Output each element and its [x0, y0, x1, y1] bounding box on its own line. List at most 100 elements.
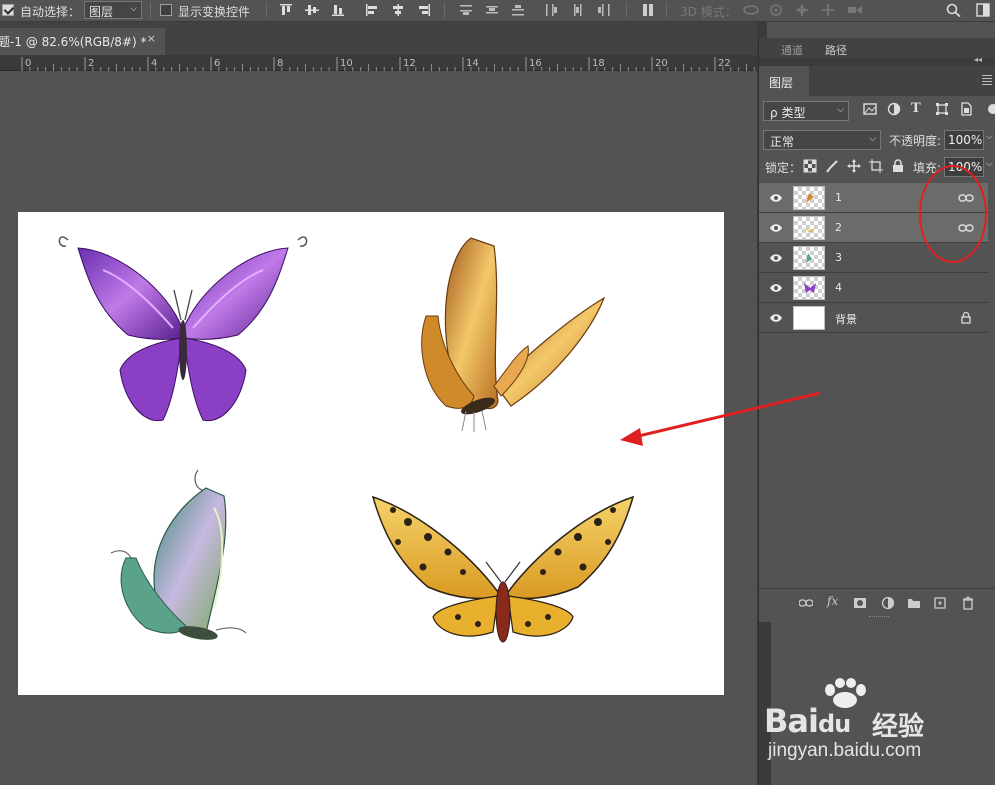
layer-row[interactable]: 背景 — [759, 303, 988, 333]
layers-panel: 通道 路径 ◂◂ 图层 ρ 类型 ⌵ T 正常 ⌵ 不透明度: 100% ⌵ 锁… — [758, 38, 995, 785]
eye-icon[interactable] — [769, 252, 783, 264]
close-icon[interactable]: × — [147, 32, 156, 45]
panel-menu-icon[interactable] — [982, 75, 992, 87]
tab-paths[interactable]: 路径 — [825, 42, 847, 58]
divider — [150, 2, 151, 18]
ruler-tick-label: 6 — [214, 58, 220, 69]
trash-icon[interactable] — [961, 596, 975, 610]
fill-input[interactable]: 100% — [944, 157, 984, 177]
horizontal-ruler: 0 2 4 6 8 10 12 14 16 18 20 22 — [0, 55, 757, 71]
pixel-filter-icon[interactable] — [863, 102, 877, 116]
opacity-label: 不透明度: — [889, 134, 942, 148]
layer-row[interactable]: 2 — [759, 213, 988, 243]
layer-thumbnail — [793, 186, 825, 210]
layer-mask-icon[interactable] — [853, 596, 867, 610]
align-vcenter-icon[interactable] — [304, 3, 320, 17]
layer-name[interactable]: 4 — [835, 281, 842, 294]
collapse-icon[interactable]: ◂◂ — [974, 55, 982, 64]
filter-kind-dropdown[interactable]: ρ 类型 ⌵ — [763, 101, 849, 121]
layer-filter-row: ρ 类型 ⌵ T — [759, 98, 995, 124]
auto-align-icon[interactable] — [640, 3, 656, 17]
fx-icon[interactable]: fx — [827, 594, 841, 608]
divider — [266, 2, 267, 18]
distribute-right-icon[interactable] — [596, 3, 612, 17]
lock-position-icon[interactable] — [847, 159, 861, 173]
new-layer-icon[interactable] — [933, 596, 947, 610]
workspace-icon[interactable] — [976, 3, 992, 17]
panel-top-tabs: 通道 路径 — [759, 38, 995, 58]
document-canvas[interactable] — [18, 212, 724, 695]
layer-name[interactable]: 2 — [835, 221, 842, 234]
3d-roll-icon[interactable] — [768, 3, 784, 17]
align-right-icon[interactable] — [416, 3, 432, 17]
link-layers-icon[interactable] — [798, 596, 814, 610]
lock-artboard-icon[interactable] — [869, 159, 883, 173]
3d-slide-icon[interactable] — [820, 3, 836, 17]
resize-grip[interactable] — [869, 616, 889, 620]
folder-icon[interactable] — [907, 596, 921, 610]
tab-layers[interactable]: 图层 — [759, 66, 809, 96]
green-butterfly-image — [110, 469, 247, 640]
tab-channels[interactable]: 通道 — [781, 42, 803, 58]
align-left-icon[interactable] — [364, 3, 380, 17]
eye-icon[interactable] — [769, 192, 783, 204]
distribute-bottom-icon[interactable] — [510, 3, 526, 17]
distribute-vcenter-icon[interactable] — [484, 3, 500, 17]
distribute-hcenter-icon[interactable] — [570, 3, 586, 17]
purple-butterfly-image — [58, 236, 308, 422]
layer-name[interactable]: 1 — [835, 191, 842, 204]
search-icon[interactable] — [946, 3, 962, 17]
layers-footer: fx — [759, 588, 995, 616]
align-top-icon[interactable] — [278, 3, 294, 17]
layer-row[interactable]: 1 — [759, 183, 988, 213]
lock-pixels-icon[interactable] — [825, 159, 839, 173]
ruler-tick-label: 12 — [403, 58, 416, 69]
divider — [626, 2, 627, 18]
auto-select-target-dropdown[interactable]: 图层 ⌵ — [84, 1, 142, 19]
fill-label: 填充: — [913, 161, 942, 175]
layer-name[interactable]: 3 — [835, 251, 842, 264]
3d-pan-icon[interactable] — [794, 3, 810, 17]
layer-row[interactable]: 4 — [759, 273, 988, 303]
ruler-tick-label: 10 — [340, 58, 353, 69]
chevron-down-icon[interactable]: ⌵ — [986, 159, 993, 169]
opacity-input[interactable]: 100% — [944, 130, 984, 150]
show-transform-checkbox[interactable] — [160, 4, 172, 16]
align-bottom-icon[interactable] — [330, 3, 346, 17]
chevron-down-icon[interactable]: ⌵ — [986, 132, 993, 142]
document-tab[interactable]: 示题-1 @ 82.6%(RGB/8#) * × — [0, 28, 165, 55]
3d-orbit-icon[interactable] — [742, 3, 759, 17]
lock-row: 锁定： 填充: 100% ⌵ — [759, 155, 995, 179]
ruler-tick-label: 8 — [277, 58, 283, 69]
lock-all-icon[interactable] — [891, 159, 905, 173]
chevron-down-icon: ⌵ — [837, 105, 844, 115]
filter-toggle-icon[interactable] — [985, 102, 995, 116]
layer-row[interactable]: 3 — [759, 243, 988, 273]
adjustment-layer-icon[interactable] — [881, 596, 895, 610]
ruler-tick-label: 4 — [151, 58, 157, 69]
ruler-tick-label: 2 — [88, 58, 94, 69]
lock-transparent-icon[interactable] — [803, 159, 817, 173]
type-filter-icon[interactable]: T — [911, 101, 925, 116]
smart-object-filter-icon[interactable] — [959, 102, 973, 116]
layer-name[interactable]: 背景 — [835, 311, 857, 327]
distribute-top-icon[interactable] — [458, 3, 474, 17]
watermark-url: jingyan.baidu.com — [768, 740, 922, 761]
show-transform-label: 显示变换控件 — [178, 5, 251, 19]
auto-select-checkbox[interactable] — [2, 4, 14, 16]
chevron-down-icon: ⌵ — [130, 4, 137, 14]
blend-mode-dropdown[interactable]: 正常 ⌵ — [763, 130, 881, 150]
shape-filter-icon[interactable] — [935, 102, 949, 116]
eye-icon[interactable] — [769, 222, 783, 234]
3d-scale-icon[interactable] — [846, 3, 862, 17]
ruler-tick-label: 0 — [25, 58, 31, 69]
canvas-workspace[interactable] — [0, 71, 757, 785]
eye-icon[interactable] — [769, 282, 783, 294]
eye-icon[interactable] — [769, 312, 783, 324]
divider — [666, 2, 667, 18]
ruler-tick-label: 16 — [529, 58, 542, 69]
distribute-left-icon[interactable] — [544, 3, 560, 17]
align-hcenter-icon[interactable] — [390, 3, 406, 17]
adjustment-filter-icon[interactable] — [887, 102, 901, 116]
collapse-bar[interactable]: ◂◂ — [759, 55, 995, 66]
